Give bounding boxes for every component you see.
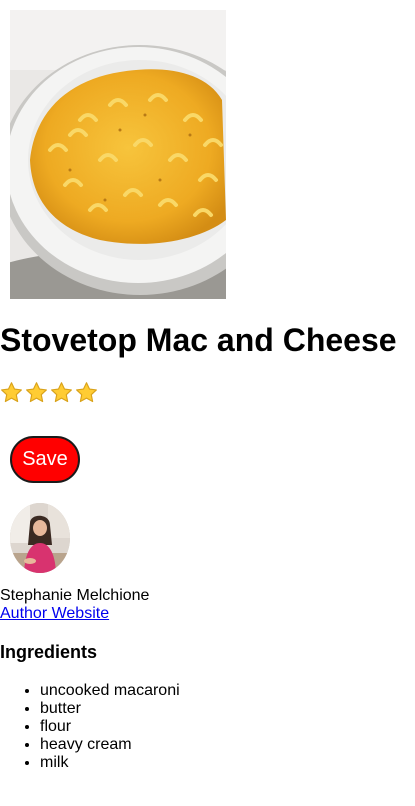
ingredients-list: uncooked macaroni butter flour heavy cre… <box>0 682 180 772</box>
ingredient-item: heavy cream <box>40 736 180 754</box>
recipe-title: Stovetop Mac and Cheese <box>0 322 397 358</box>
author-name: Stephanie Melchione <box>0 587 150 604</box>
star-icon <box>51 382 72 403</box>
author-website-link[interactable]: Author Website <box>0 604 109 623</box>
ingredient-item: butter <box>40 700 180 718</box>
star-icon <box>1 382 22 403</box>
ingredient-item: flour <box>40 718 180 736</box>
ingredient-item: milk <box>40 754 180 772</box>
author-avatar <box>10 503 70 573</box>
recipe-photo <box>10 10 226 299</box>
star-icon <box>26 382 47 403</box>
star-icon <box>76 382 97 403</box>
ingredient-item: uncooked macaroni <box>40 682 180 700</box>
save-button[interactable]: Save <box>10 436 80 483</box>
star-rating <box>0 381 98 404</box>
ingredients-heading: Ingredients <box>0 642 98 662</box>
